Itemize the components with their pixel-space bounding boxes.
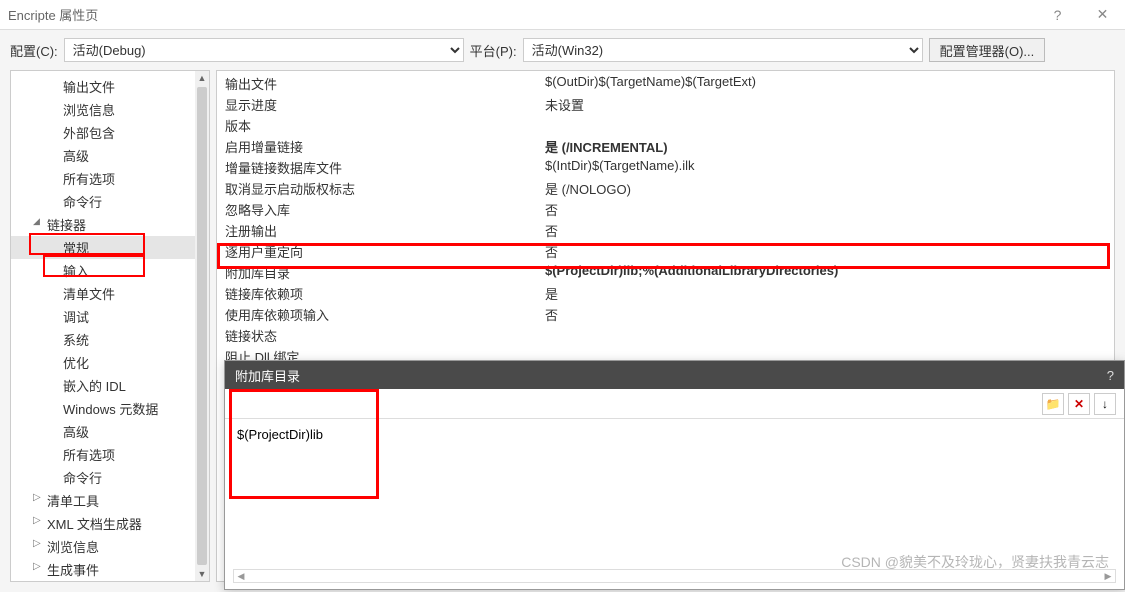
property-name: 忽略导入库 (225, 200, 545, 219)
lib-dir-entry[interactable]: $(ProjectDir)lib (237, 427, 1112, 442)
tree-item[interactable]: 优化 (11, 351, 209, 374)
property-name: 版本 (225, 116, 545, 135)
property-row[interactable]: 链接库依赖项是 (217, 283, 1114, 304)
property-value[interactable]: 未设置 (545, 95, 1106, 114)
tree-item[interactable]: 命令行 (11, 190, 209, 213)
tree-item[interactable]: 系统 (11, 328, 209, 351)
property-row[interactable]: 逐用户重定向否 (217, 241, 1114, 262)
tree-item[interactable]: 嵌入的 IDL (11, 374, 209, 397)
popup-title-text: 附加库目录 (235, 366, 300, 385)
tree-item[interactable]: 清单文件 (11, 282, 209, 305)
property-row[interactable]: 增量链接数据库文件$(IntDir)$(TargetName).ilk (217, 157, 1114, 178)
tree-item[interactable]: 浏览信息 (11, 98, 209, 121)
property-row[interactable]: 显示进度未设置 (217, 94, 1114, 115)
property-name: 链接状态 (225, 326, 545, 345)
popup-hscroll[interactable]: ◀▶ (233, 567, 1116, 585)
close-icon[interactable]: ✕ (1080, 0, 1125, 30)
platform-select[interactable]: 活动(Win32) (523, 38, 923, 62)
tree-scrollbar[interactable]: ▲ ▼ (195, 71, 209, 581)
property-name: 启用增量链接 (225, 137, 545, 156)
help-icon[interactable]: ? (1035, 0, 1080, 30)
config-label: 配置(C): (10, 41, 58, 60)
property-row[interactable]: 输出文件$(OutDir)$(TargetName)$(TargetExt) (217, 73, 1114, 94)
property-name: 使用库依赖项输入 (225, 305, 545, 324)
tree-item[interactable]: 清单工具 (11, 489, 209, 512)
property-name: 注册输出 (225, 221, 545, 240)
property-row[interactable]: 取消显示启动版权标志是 (/NOLOGO) (217, 178, 1114, 199)
tree-item[interactable]: 输出文件 (11, 75, 209, 98)
property-value[interactable]: $(IntDir)$(TargetName).ilk (545, 158, 1106, 177)
popup-titlebar: 附加库目录 ? (225, 361, 1124, 389)
property-row[interactable]: 使用库依赖项输入否 (217, 304, 1114, 325)
popup-toolbar: 📁 ✕ ↓ (225, 389, 1124, 419)
config-manager-button[interactable]: 配置管理器(O)... (929, 38, 1046, 62)
property-value[interactable]: 否 (545, 242, 1106, 261)
new-folder-icon[interactable]: 📁 (1042, 393, 1064, 415)
property-row[interactable]: 版本 (217, 115, 1114, 136)
property-value[interactable]: 是 (/NOLOGO) (545, 179, 1106, 198)
tree-item[interactable]: 常规 (11, 236, 209, 259)
property-value[interactable] (545, 116, 1106, 135)
property-value[interactable]: 是 (545, 284, 1106, 303)
tree-item[interactable]: 命令行 (11, 466, 209, 489)
category-tree[interactable]: 输出文件浏览信息外部包含高级所有选项命令行链接器常规输入清单文件调试系统优化嵌入… (10, 70, 210, 582)
tree-item[interactable]: 输入 (11, 259, 209, 282)
tree-item[interactable]: 高级 (11, 420, 209, 443)
window-titlebar: Encripte 属性页 ? ✕ (0, 0, 1125, 30)
property-name: 附加库目录 (225, 263, 545, 282)
property-row[interactable]: 链接状态 (217, 325, 1114, 346)
tree-item[interactable]: XML 文档生成器 (11, 512, 209, 535)
property-row[interactable]: 附加库目录$(ProjectDir)lib;%(AdditionalLibrar… (217, 262, 1114, 283)
tree-item[interactable]: 生成事件 (11, 558, 209, 581)
property-name: 增量链接数据库文件 (225, 158, 545, 177)
property-value[interactable]: 否 (545, 221, 1106, 240)
property-value[interactable]: $(OutDir)$(TargetName)$(TargetExt) (545, 74, 1106, 93)
config-toolbar: 配置(C): 活动(Debug) 平台(P): 活动(Win32) 配置管理器(… (0, 30, 1125, 70)
move-down-icon[interactable]: ↓ (1094, 393, 1116, 415)
property-value[interactable]: 是 (/INCREMENTAL) (545, 137, 1106, 156)
property-value[interactable] (545, 326, 1106, 345)
scroll-down-icon[interactable]: ▼ (195, 567, 209, 581)
tree-item[interactable]: 链接器 (11, 213, 209, 236)
property-row[interactable]: 注册输出否 (217, 220, 1114, 241)
window-title: Encripte 属性页 (8, 5, 98, 24)
tree-item[interactable]: 高级 (11, 144, 209, 167)
property-name: 显示进度 (225, 95, 545, 114)
tree-item[interactable]: 所有选项 (11, 167, 209, 190)
property-value[interactable]: 否 (545, 200, 1106, 219)
tree-item[interactable]: 外部包含 (11, 121, 209, 144)
tree-item[interactable]: 所有选项 (11, 443, 209, 466)
tree-item[interactable]: 浏览信息 (11, 535, 209, 558)
scroll-thumb[interactable] (197, 87, 207, 565)
tree-item[interactable]: Windows 元数据 (11, 397, 209, 420)
popup-body[interactable]: $(ProjectDir)lib ◀▶ (225, 419, 1124, 589)
config-select[interactable]: 活动(Debug) (64, 38, 464, 62)
platform-label: 平台(P): (470, 41, 517, 60)
scroll-up-icon[interactable]: ▲ (195, 71, 209, 85)
additional-lib-dirs-dialog: 附加库目录 ? 📁 ✕ ↓ $(ProjectDir)lib ◀▶ (224, 360, 1125, 590)
property-value[interactable]: 否 (545, 305, 1106, 324)
tree-item[interactable]: 调试 (11, 305, 209, 328)
property-name: 逐用户重定向 (225, 242, 545, 261)
property-value[interactable]: $(ProjectDir)lib;%(AdditionalLibraryDire… (545, 263, 1106, 282)
popup-help-icon[interactable]: ? (1107, 368, 1114, 383)
property-row[interactable]: 忽略导入库否 (217, 199, 1114, 220)
tree-item[interactable]: 自定义生成步骤 (11, 581, 209, 582)
property-row[interactable]: 启用增量链接是 (/INCREMENTAL) (217, 136, 1114, 157)
property-name: 取消显示启动版权标志 (225, 179, 545, 198)
delete-icon[interactable]: ✕ (1068, 393, 1090, 415)
property-name: 链接库依赖项 (225, 284, 545, 303)
property-name: 输出文件 (225, 74, 545, 93)
